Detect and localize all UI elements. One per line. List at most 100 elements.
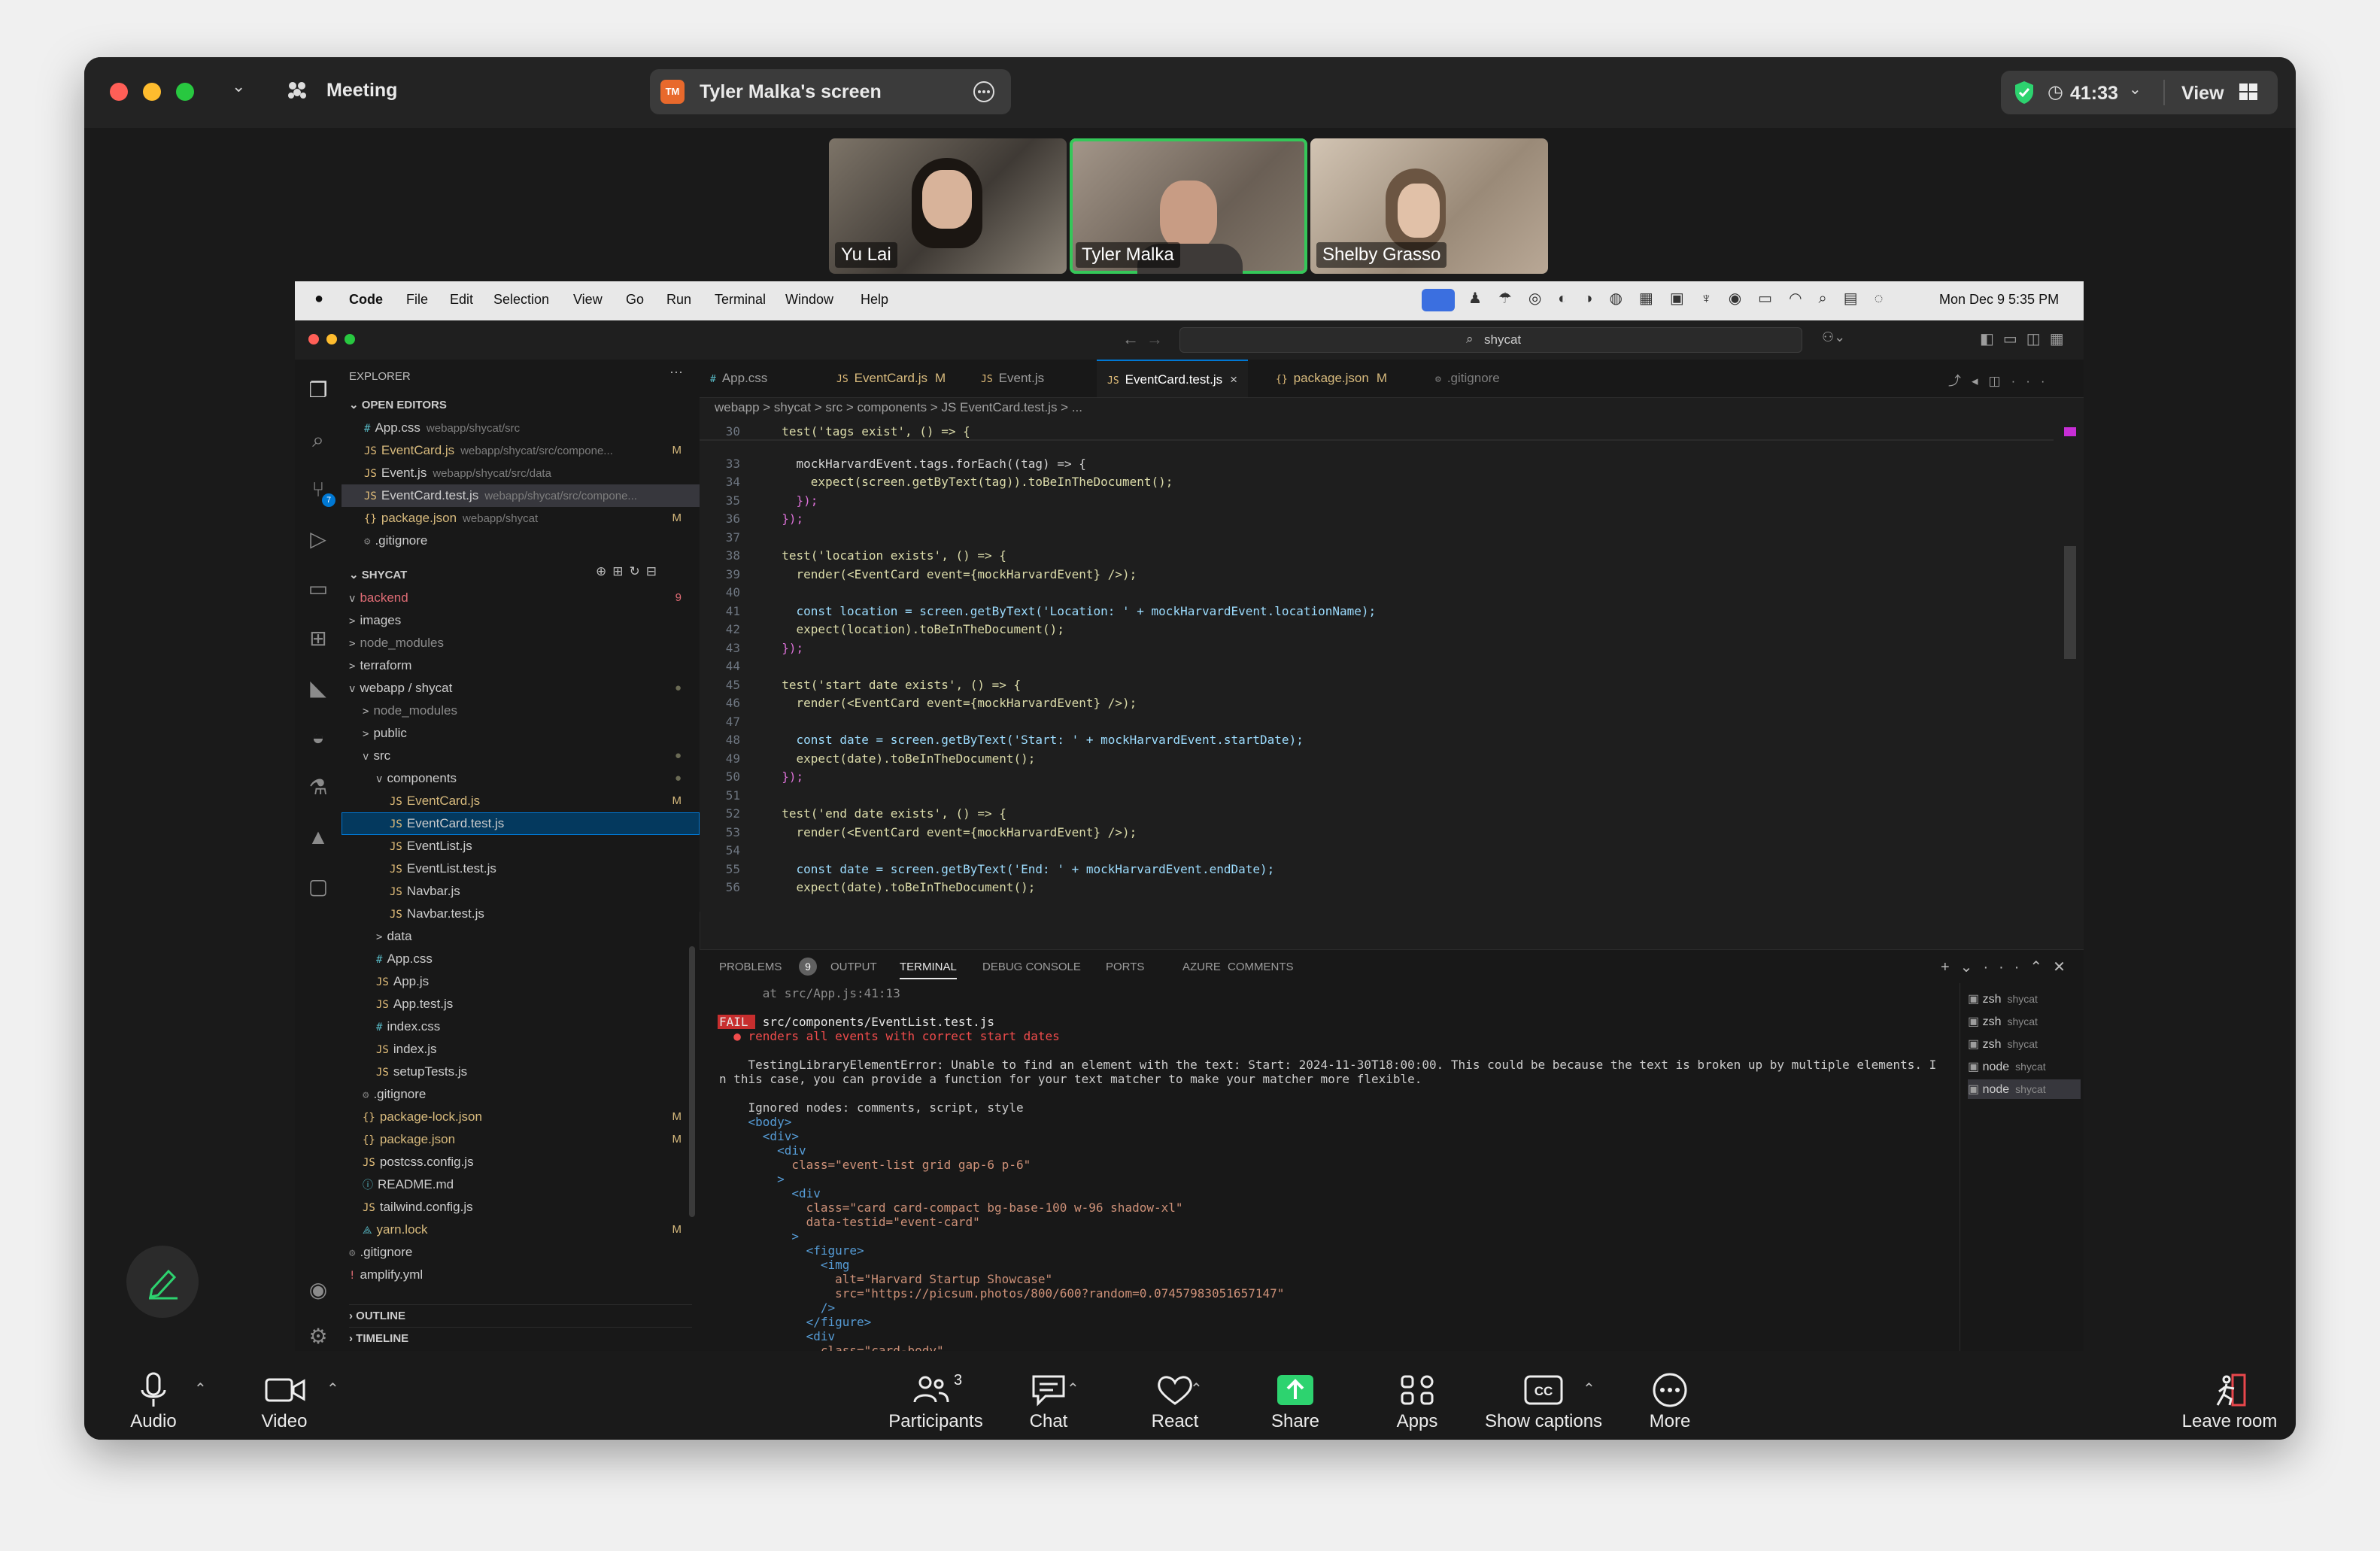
shared-screen[interactable]: ● Code File Edit Selection View Go Run T… <box>295 281 2084 1351</box>
close-window-button[interactable] <box>110 83 128 101</box>
panel-tab[interactable]: AZURE <box>1182 961 1221 973</box>
menu-bar-clock[interactable]: Mon Dec 9 5:35 PM <box>1939 292 2059 308</box>
tree-item[interactable]: {} package-lock.json M <box>342 1106 700 1128</box>
open-editor-item[interactable]: {} package.json webapp/shycat M <box>342 507 700 530</box>
layout-controls-icons[interactable]: ◧▭◫▦ <box>1980 329 2073 348</box>
azure-icon[interactable]: ▲ <box>305 824 331 850</box>
open-editor-item[interactable]: JS Event.js webapp/shycat/src/data <box>342 462 700 484</box>
tree-item[interactable]: > public <box>342 722 700 745</box>
scrollbar[interactable] <box>2064 423 2076 912</box>
chat-button[interactable]: Chat <box>996 1352 1101 1440</box>
chevron-up-icon[interactable]: ⌃ <box>194 1380 207 1398</box>
tree-item[interactable]: JS EventCard.test.js <box>342 812 700 835</box>
tree-item[interactable]: ⟁ yarn.lock M <box>342 1219 700 1241</box>
tree-item[interactable]: JS Navbar.test.js <box>342 903 700 925</box>
editor-tab[interactable]: JS Event.js <box>970 360 1062 397</box>
copilot-icon[interactable]: ⚇⌄ <box>1822 329 1845 345</box>
chevron-up-icon[interactable]: ⌃ <box>1190 1380 1203 1398</box>
editor-tab[interactable]: {} package.json M <box>1265 360 1398 397</box>
panel-actions-icons[interactable]: +⌄···⌃✕ <box>1941 958 2076 976</box>
more-actions-icon[interactable]: ··· <box>669 364 683 380</box>
audio-button[interactable]: Audio <box>101 1352 206 1440</box>
panel-tab[interactable]: TERMINAL <box>900 961 957 979</box>
menu-app-name[interactable]: Code <box>349 292 383 308</box>
menu-run[interactable]: Run <box>666 292 691 308</box>
chevron-up-icon[interactable]: ⌃ <box>1067 1380 1079 1398</box>
terminal-session[interactable]: ▣ node shycat <box>1968 1057 2081 1076</box>
tree-item[interactable]: {} package.json M <box>342 1128 700 1151</box>
panel-tab[interactable]: PROBLEMS <box>719 961 782 973</box>
tree-item[interactable]: JS setupTests.js <box>342 1061 700 1083</box>
tree-item[interactable]: > node_modules <box>342 700 700 722</box>
tree-item[interactable]: JS App.test.js <box>342 993 700 1015</box>
open-editor-item[interactable]: JS EventCard.js webapp/shycat/src/compone.… <box>342 439 700 462</box>
open-editor-item[interactable]: ⚙ .gitignore <box>342 530 700 552</box>
tree-item[interactable]: v src ● <box>342 745 700 767</box>
menu-view[interactable]: View <box>573 292 603 308</box>
command-center-search[interactable]: ⌕ shycat <box>1179 327 1802 353</box>
open-editor-item[interactable]: # App.css webapp/shycat/src <box>342 417 700 439</box>
apple-icon[interactable]: ● <box>314 290 323 308</box>
testing-icon[interactable]: ⚗ <box>305 775 331 800</box>
code-editor[interactable]: 30 test('tags exist', () => {33 mockHarv… <box>700 423 2054 912</box>
panel-tab[interactable]: DEBUG CONSOLE <box>982 961 1081 973</box>
chat-icon[interactable]: ▢ <box>305 874 331 900</box>
remote-explorer-icon[interactable]: ▭ <box>305 576 331 602</box>
chevron-down-icon[interactable]: ⌄ <box>2129 80 2142 99</box>
settings-gear-icon[interactable]: ⚙ <box>305 1324 331 1349</box>
tree-item[interactable]: > terraform <box>342 654 700 677</box>
editor-tab[interactable]: ⚙ .gitignore <box>1425 360 1518 397</box>
breadcrumb[interactable]: webapp > shycat > src > components > JS … <box>715 400 1082 415</box>
tree-item[interactable]: JS EventList.js <box>342 835 700 857</box>
open-editors-header[interactable]: ⌄ OPEN EDITORS <box>349 394 447 417</box>
leave-room-button[interactable]: Leave room <box>2177 1352 2282 1440</box>
zoom-window-button[interactable] <box>176 83 194 101</box>
close-window-button[interactable] <box>308 334 319 344</box>
terminal-output[interactable]: at src/App.js:41:13 FAIL src/components/E… <box>700 983 1956 1351</box>
search-icon[interactable]: ⌕ <box>305 427 331 453</box>
terminal-session[interactable]: ▣ zsh shycat <box>1968 1012 2081 1031</box>
extensions-icon[interactable]: ⊞ <box>305 626 331 651</box>
menu-window[interactable]: Window <box>785 292 833 308</box>
timeline-header[interactable]: › TIMELINE <box>349 1327 692 1350</box>
tree-item[interactable]: > images <box>342 609 700 632</box>
editor-tab[interactable]: # App.css <box>700 360 785 397</box>
menu-edit[interactable]: Edit <box>450 292 473 308</box>
screen-share-status-icon[interactable] <box>1422 289 1455 311</box>
zoom-window-button[interactable] <box>345 334 355 344</box>
apps-button[interactable]: Apps <box>1365 1352 1470 1440</box>
account-icon[interactable]: ◉ <box>305 1277 331 1303</box>
tree-item[interactable]: JS tailwind.config.js <box>342 1196 700 1219</box>
minimize-window-button[interactable] <box>326 334 337 344</box>
outline-header[interactable]: › OUTLINE <box>349 1304 692 1328</box>
video-button[interactable]: Video <box>232 1352 337 1440</box>
tree-item[interactable]: > data <box>342 925 700 948</box>
forward-arrow-icon[interactable]: → <box>1146 329 1163 349</box>
panel-tab[interactable]: PORTS <box>1106 961 1144 973</box>
tree-item[interactable]: JS postcss.config.js <box>342 1151 700 1173</box>
annotate-button[interactable] <box>126 1246 199 1318</box>
editor-tab[interactable]: JS EventCard.test.js × <box>1097 360 1249 397</box>
react-button[interactable]: React <box>1122 1352 1228 1440</box>
workspace-header[interactable]: ⌄ SHYCAT <box>349 564 407 587</box>
terminal-session[interactable]: ▣ node shycat <box>1968 1079 2081 1099</box>
tree-item[interactable]: v components ● <box>342 767 700 790</box>
tree-item[interactable]: > node_modules <box>342 632 700 654</box>
video-tile-active-speaker[interactable]: Tyler Malka <box>1070 138 1307 274</box>
tree-item[interactable]: JS EventList.test.js <box>342 857 700 880</box>
shield-check-icon[interactable] <box>2013 80 2035 109</box>
editor-tab[interactable]: JS EventCard.js M <box>826 360 956 397</box>
view-button[interactable]: View <box>2181 83 2224 105</box>
tree-item[interactable]: JS EventCard.js M <box>342 790 700 812</box>
more-button[interactable]: More <box>1617 1352 1723 1440</box>
tree-item[interactable]: ! amplify.yml <box>342 1264 700 1286</box>
video-tile[interactable]: Yu Lai <box>829 138 1067 274</box>
chevron-up-icon[interactable]: ⌃ <box>1583 1380 1595 1398</box>
more-options-icon[interactable] <box>972 80 996 104</box>
tree-item[interactable]: ⚙ .gitignore <box>342 1083 700 1106</box>
meeting-timer[interactable]: 41:33 <box>2070 83 2118 105</box>
tree-item[interactable]: JS index.js <box>342 1038 700 1061</box>
back-arrow-icon[interactable]: ← <box>1122 329 1139 349</box>
tree-item[interactable]: JS App.js <box>342 970 700 993</box>
tree-item[interactable]: # App.css <box>342 948 700 970</box>
